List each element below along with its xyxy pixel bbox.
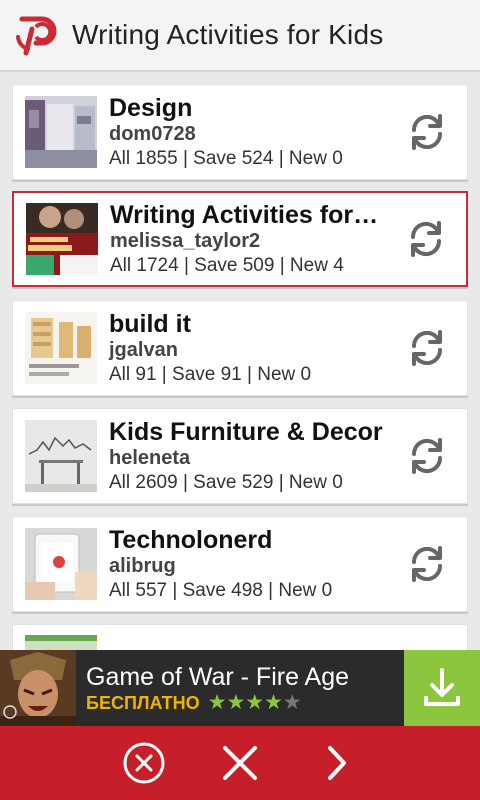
- star-icon: ★: [245, 691, 265, 714]
- board-owner: alibrug: [109, 554, 176, 577]
- sync-icon[interactable]: [407, 544, 447, 584]
- page-title: Writing Activities for Kids: [72, 19, 384, 50]
- board-stats: All 91 | Save 91 | New 0: [109, 363, 312, 385]
- ad-price-label: БЕСПЛАТНО: [86, 692, 200, 713]
- board-card-kids-furniture[interactable]: Kids Furniture & Decor heleneta All 2609…: [12, 408, 468, 504]
- board-card-technolonerd[interactable]: Technolonerd alibrug All 557 | Save 498 …: [12, 516, 468, 612]
- board-name: Design: [109, 93, 193, 122]
- board-name: Writing Activities for…: [110, 200, 379, 229]
- board-stats: All 1855 | Save 524 | New 0: [109, 147, 343, 169]
- star-empty-icon: ★: [282, 691, 302, 714]
- board-owner: melissa_taylor2: [110, 229, 261, 252]
- sync-icon[interactable]: [407, 112, 447, 152]
- chevron-right-icon: [328, 746, 346, 780]
- sync-icon[interactable]: [407, 328, 447, 368]
- app-header: Writing Activities for Kids: [0, 0, 480, 72]
- board-card-build-it[interactable]: build it jgalvan All 91 | Save 91 | New …: [12, 300, 468, 396]
- sync-icon[interactable]: [407, 436, 447, 476]
- cancel-button[interactable]: [120, 739, 168, 787]
- pin-logo-icon[interactable]: [14, 13, 58, 57]
- board-owner: heleneta: [109, 446, 191, 469]
- star-icon: ★: [207, 691, 227, 714]
- next-button[interactable]: [312, 739, 360, 787]
- board-stats: All 2609 | Save 529 | New 0: [109, 471, 343, 493]
- board-name: build it: [109, 309, 191, 338]
- board-card-partial[interactable]: [12, 624, 468, 650]
- partial-thumbnail: [25, 635, 97, 650]
- writing-thumbnail: [26, 203, 98, 275]
- close-button[interactable]: [216, 739, 264, 787]
- ad-title: Game of War - Fire Age: [86, 663, 350, 691]
- star-icon: ★: [264, 691, 283, 714]
- board-stats: All 557 | Save 498 | New 0: [109, 579, 333, 601]
- board-name: Kids Furniture & Decor: [109, 417, 383, 446]
- board-owner: dom0728: [109, 122, 196, 145]
- bottom-action-bar: [0, 726, 480, 800]
- close-icon: [223, 746, 257, 780]
- board-name: Technolonerd: [109, 525, 273, 554]
- download-button[interactable]: [404, 650, 480, 726]
- design-thumbnail: [25, 96, 97, 168]
- ad-banner[interactable]: Game of War - Fire Age БЕСПЛАТНО ★ ★ ★ ★…: [0, 650, 480, 726]
- star-icon: ★: [226, 691, 246, 714]
- furniture-thumbnail: [25, 420, 97, 492]
- board-card-design[interactable]: Design dom0728 All 1855 | Save 524 | New…: [12, 84, 468, 180]
- cancel-circle-icon: [123, 742, 165, 784]
- sync-icon[interactable]: [406, 219, 446, 259]
- build-thumbnail: [25, 312, 97, 384]
- board-owner: jgalvan: [109, 338, 178, 361]
- ad-rating: ★ ★ ★ ★ ★: [208, 692, 302, 714]
- board-card-writing-activities[interactable]: Writing Activities for… melissa_taylor2 …: [12, 191, 468, 287]
- download-icon: [424, 668, 460, 706]
- game-of-war-icon[interactable]: [0, 650, 76, 726]
- tech-thumbnail: [25, 528, 97, 600]
- board-list[interactable]: Design dom0728 All 1855 | Save 524 | New…: [0, 72, 480, 650]
- board-stats: All 1724 | Save 509 | New 4: [110, 254, 344, 276]
